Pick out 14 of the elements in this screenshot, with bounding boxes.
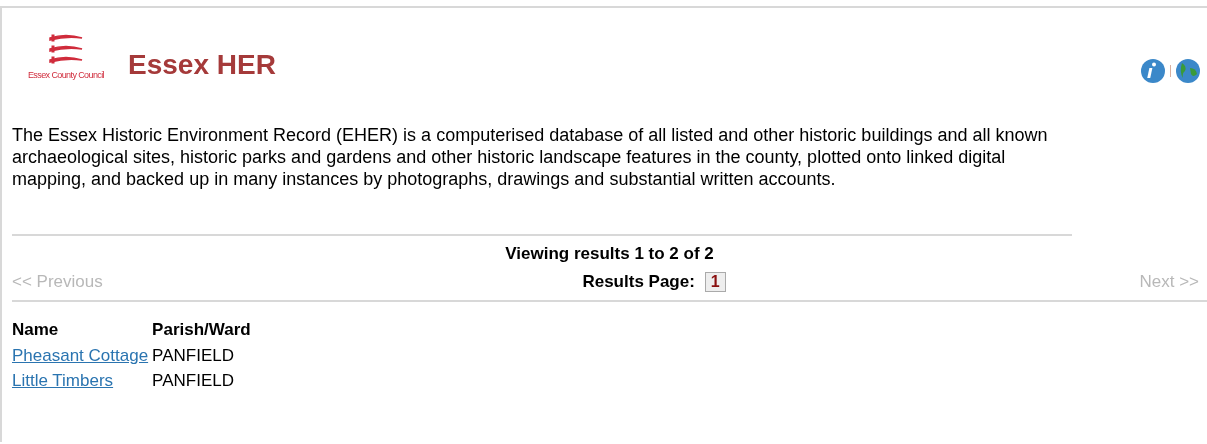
- globe-icon[interactable]: [1175, 58, 1201, 84]
- info-icon[interactable]: [1140, 58, 1166, 84]
- results-summary: Viewing results 1 to 2 of 2: [504, 244, 715, 264]
- site-title: Essex HER: [128, 50, 276, 80]
- logo-text: Essex County Council: [27, 70, 104, 80]
- record-link[interactable]: Pheasant Cottage: [12, 346, 149, 365]
- description-text: The Essex Historic Environment Record (EHER) is a computerised database of all listed and other historic buildings and all known archaeological sites, historic parks and gardens and other historic landscape features in the county, plotted onto linked digital mapping, and backed up in many instances by photographs, drawings and substantial written accounts.: [12, 124, 1072, 236]
- column-header: Name: [12, 320, 60, 341]
- page-number[interactable]: 1: [704, 272, 726, 292]
- record-link[interactable]: Little Timbers: [12, 371, 114, 390]
- results-page-label: Results Page:: [582, 272, 695, 292]
- table-cell-text: PANFIELD: [152, 345, 235, 367]
- column-header: Parish/Ward: [152, 320, 252, 341]
- table-cell-text: PANFIELD: [152, 370, 235, 392]
